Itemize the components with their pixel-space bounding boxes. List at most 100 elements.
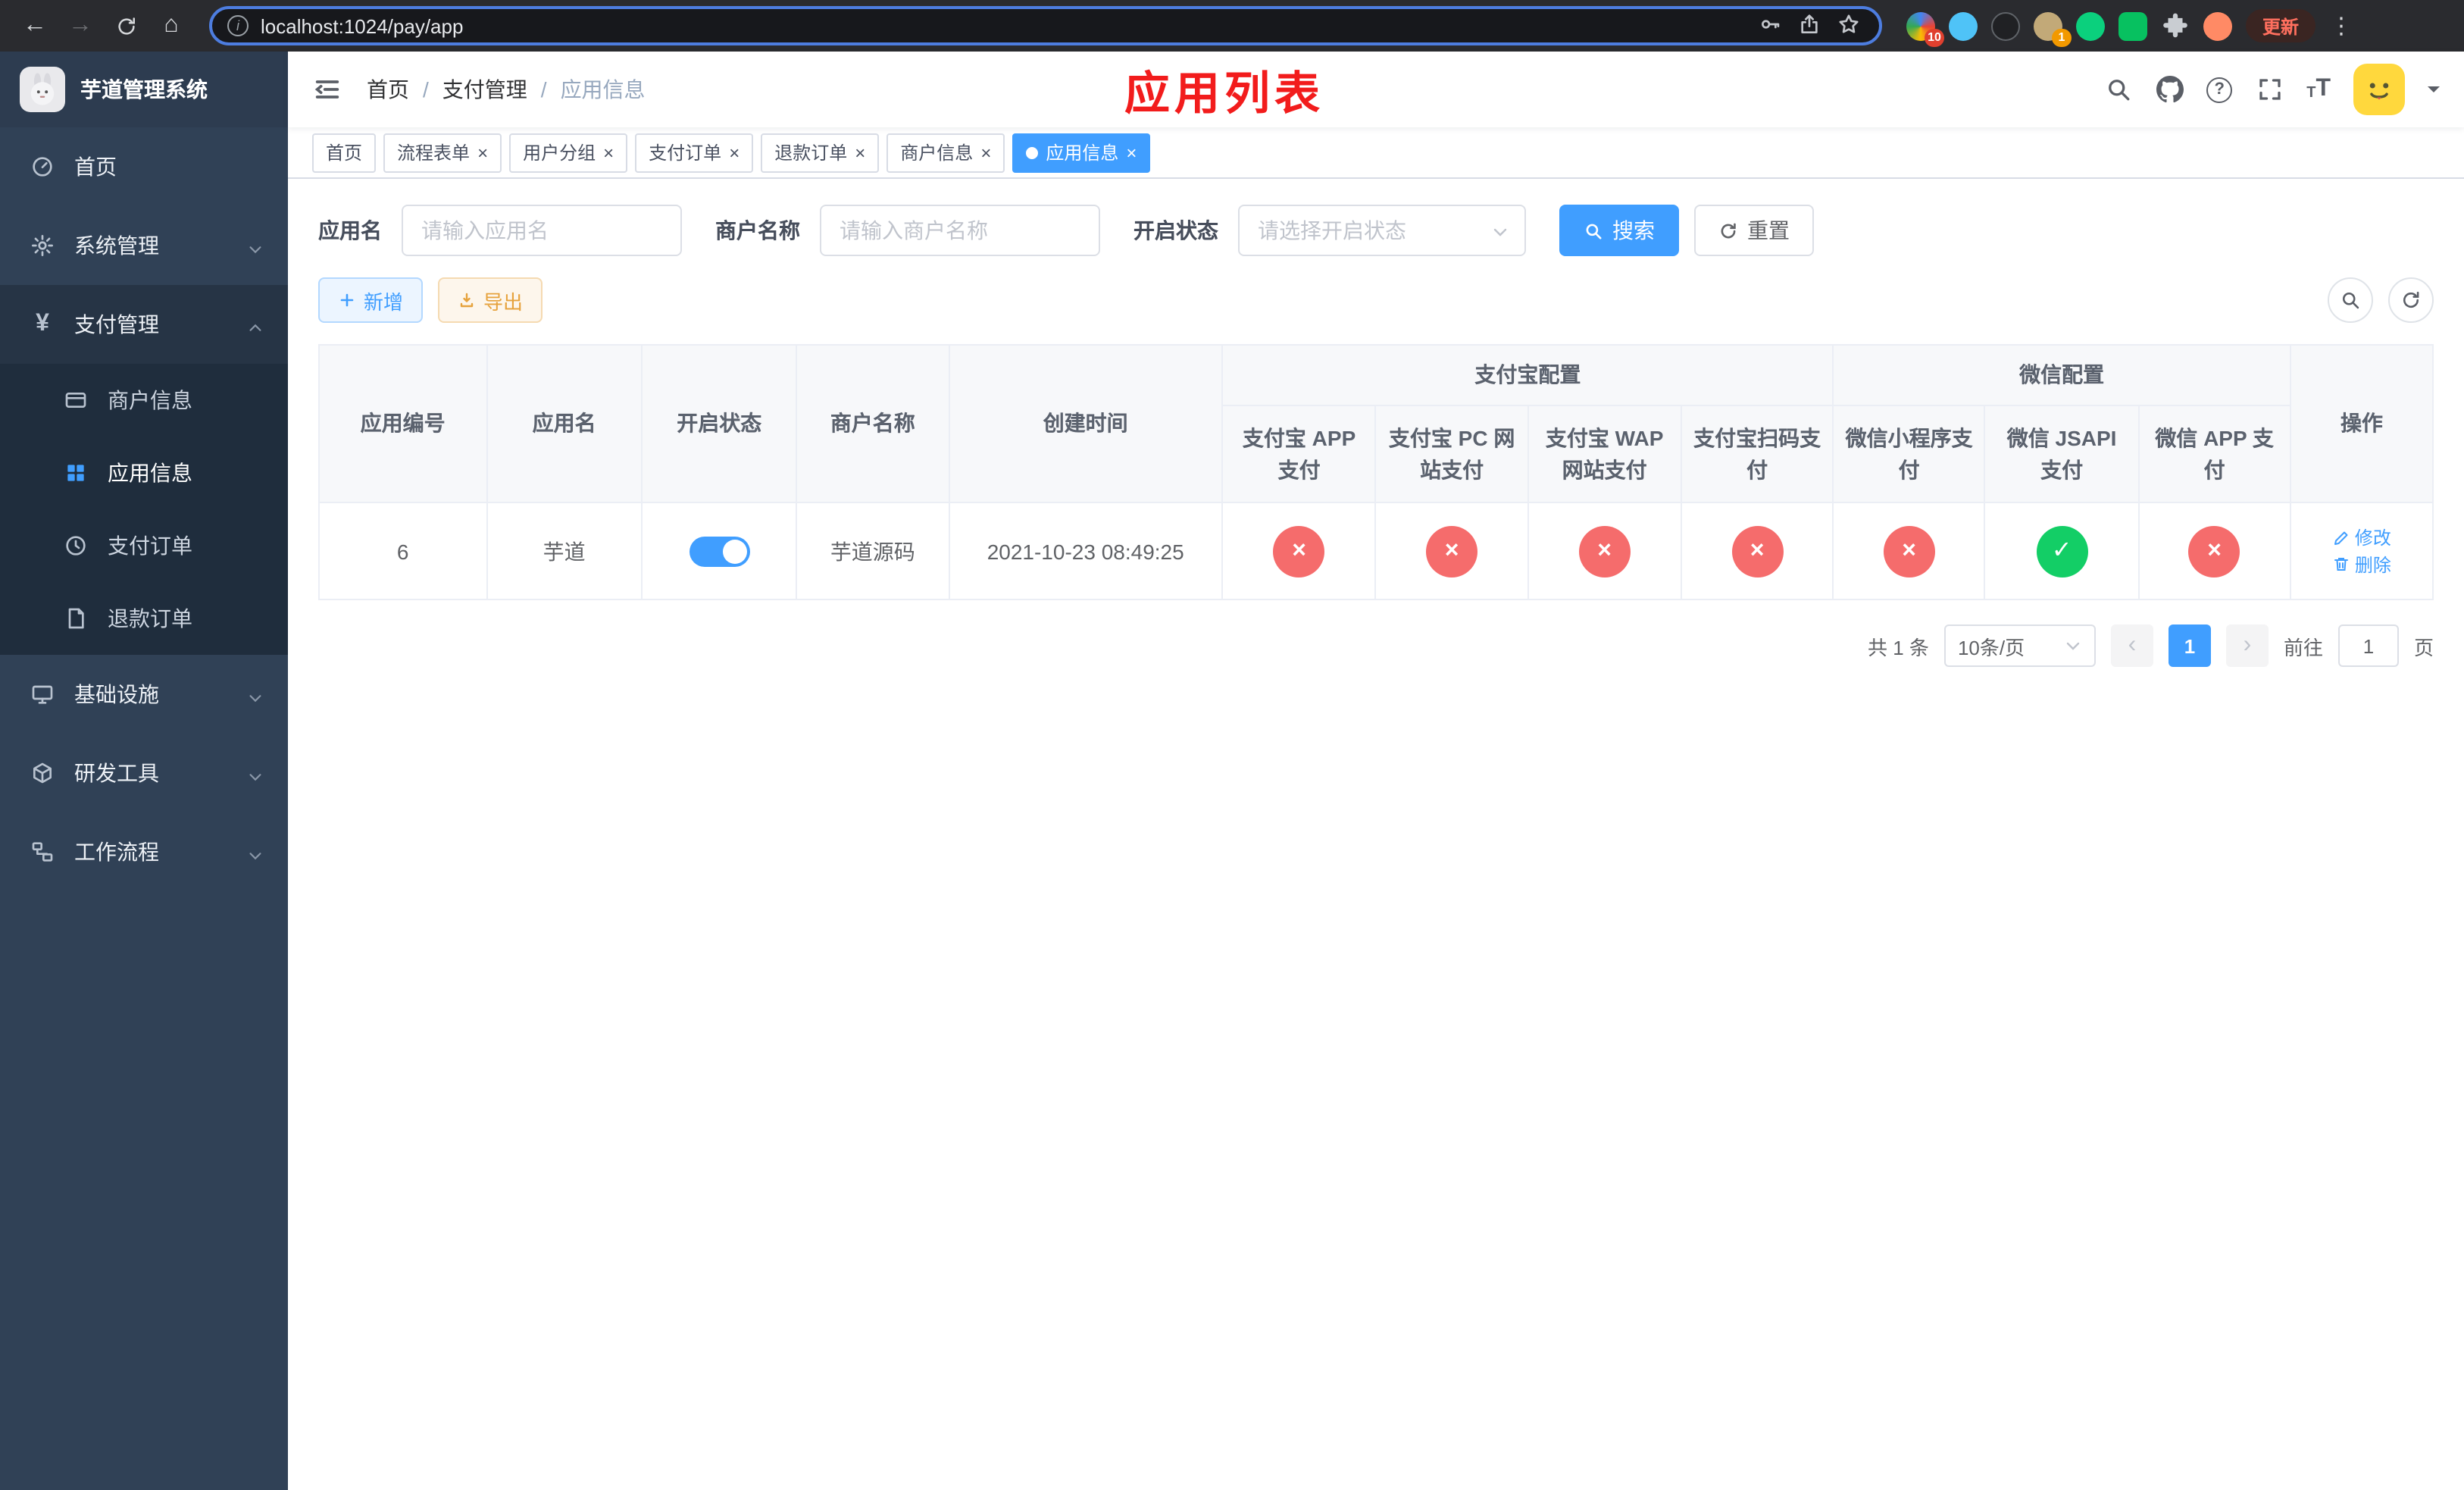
address-bar[interactable]: i localhost:1024/pay/app bbox=[209, 6, 1882, 45]
group-header-wechat: 微信配置 bbox=[1832, 344, 2291, 406]
extensions-puzzle-icon[interactable] bbox=[2161, 11, 2190, 40]
forward-button[interactable]: → bbox=[61, 6, 100, 45]
browser-toolbar: ← → ⌂ i localhost:1024/pay/app 10 1 更新 ⋮ bbox=[0, 0, 2464, 52]
column-header-wx-jsapi: 微信 JSAPI 支付 bbox=[1984, 405, 2140, 503]
sidebar-item-refund-order[interactable]: 退款订单 bbox=[0, 582, 288, 655]
password-key-icon[interactable] bbox=[1758, 12, 1785, 39]
alipay-qr-status-icon: × bbox=[1731, 525, 1784, 577]
breadcrumb-current: 应用信息 bbox=[560, 77, 646, 102]
app-logo: 芋道管理系统 bbox=[0, 52, 288, 127]
prev-page-button[interactable]: ‹ bbox=[2110, 624, 2153, 667]
wx-jsapi-status-icon: ✓ bbox=[2036, 525, 2088, 577]
refresh-table-icon-button[interactable] bbox=[2388, 277, 2434, 323]
fullscreen-icon[interactable] bbox=[2255, 75, 2284, 104]
tab-app-info[interactable]: 应用信息 × bbox=[1012, 133, 1151, 172]
chevron-down-icon bbox=[247, 237, 264, 254]
breadcrumb-separator: / bbox=[540, 77, 547, 102]
tab-pay-order[interactable]: 支付订单 × bbox=[635, 133, 754, 172]
sidebar-item-merchant-info[interactable]: 商户信息 bbox=[0, 364, 288, 437]
active-dot bbox=[1026, 146, 1039, 158]
sidebar-item-workflow[interactable]: 工作流程 bbox=[0, 812, 288, 891]
search-button[interactable]: 搜索 bbox=[1559, 205, 1679, 256]
cell-create-time: 2021-10-23 08:49:25 bbox=[948, 502, 1224, 600]
column-header-alipay-wap: 支付宝 WAP 网站支付 bbox=[1527, 405, 1682, 503]
column-header-status: 开启状态 bbox=[640, 344, 798, 503]
sidebar-item-payment[interactable]: ¥ 支付管理 bbox=[0, 285, 288, 364]
toggle-search-icon-button[interactable] bbox=[2328, 277, 2373, 323]
sidebar-item-pay-order[interactable]: 支付订单 bbox=[0, 509, 288, 582]
close-icon[interactable]: × bbox=[477, 143, 488, 161]
help-icon[interactable]: ? bbox=[2206, 77, 2233, 102]
close-icon[interactable]: × bbox=[980, 143, 991, 161]
share-icon[interactable] bbox=[1797, 12, 1825, 39]
tab-refund-order[interactable]: 退款订单 × bbox=[761, 133, 880, 172]
extension-dark-circle-icon[interactable] bbox=[1991, 11, 2020, 40]
edit-link[interactable]: 修改 bbox=[2332, 524, 2391, 550]
devtools-cube-icon bbox=[30, 761, 55, 785]
tab-merchant-info[interactable]: 商户信息 × bbox=[886, 133, 1005, 172]
extension-green-chat-icon[interactable] bbox=[2118, 11, 2147, 40]
status-toggle[interactable] bbox=[689, 536, 750, 566]
breadcrumb-separator: / bbox=[423, 77, 429, 102]
extension-green-circle-icon[interactable] bbox=[2076, 11, 2105, 40]
add-button[interactable]: 新增 bbox=[318, 277, 424, 323]
cell-actions: 修改 删除 bbox=[2289, 502, 2434, 600]
column-header-app-id: 应用编号 bbox=[318, 344, 488, 503]
app-name-input[interactable] bbox=[402, 205, 682, 256]
column-header-create-time: 创建时间 bbox=[948, 344, 1224, 503]
app-title: 芋道管理系统 bbox=[80, 77, 208, 102]
reload-button[interactable] bbox=[106, 6, 145, 45]
github-icon[interactable] bbox=[2155, 75, 2184, 104]
close-icon[interactable]: × bbox=[603, 143, 614, 161]
search-icon[interactable] bbox=[2103, 75, 2132, 104]
tab-process-form[interactable]: 流程表单 × bbox=[383, 133, 502, 172]
page-annotation: 应用列表 bbox=[1124, 70, 1324, 120]
sidebar-item-devtools[interactable]: 研发工具 bbox=[0, 734, 288, 812]
tab-user-group[interactable]: 用户分组 × bbox=[509, 133, 628, 172]
current-page-button[interactable]: 1 bbox=[2168, 624, 2211, 667]
sidebar-item-label: 研发工具 bbox=[74, 761, 159, 785]
sidebar-item-infra[interactable]: 基础设施 bbox=[0, 655, 288, 734]
export-button[interactable]: 导出 bbox=[438, 277, 543, 323]
merchant-name-input[interactable] bbox=[820, 205, 1100, 256]
home-button[interactable]: ⌂ bbox=[152, 6, 191, 45]
user-avatar[interactable] bbox=[2353, 64, 2405, 115]
goto-page-input[interactable] bbox=[2337, 624, 2399, 667]
back-button[interactable]: ← bbox=[15, 6, 55, 45]
chevron-up-icon bbox=[247, 316, 264, 333]
font-size-icon[interactable]: TT bbox=[2306, 77, 2331, 102]
breadcrumb-payment[interactable]: 支付管理 bbox=[442, 74, 527, 105]
tab-label: 流程表单 bbox=[397, 142, 471, 164]
close-icon[interactable]: × bbox=[855, 143, 865, 161]
cell-wx-mini: × bbox=[1832, 502, 1986, 600]
sidebar-item-label: 商户信息 bbox=[108, 388, 192, 412]
close-icon[interactable]: × bbox=[729, 143, 740, 161]
sidebar-item-system[interactable]: 系统管理 bbox=[0, 206, 288, 285]
search-form: 应用名 商户名称 开启状态 请选择开启状态 bbox=[318, 205, 2434, 256]
browser-profile-avatar[interactable] bbox=[2203, 11, 2232, 40]
extension-profile-icon[interactable]: 1 bbox=[2034, 11, 2072, 46]
sidebar-item-home[interactable]: 首页 bbox=[0, 127, 288, 206]
tab-home[interactable]: 首页 bbox=[312, 133, 377, 172]
status-select[interactable]: 请选择开启状态 bbox=[1238, 205, 1526, 256]
bookmark-star-icon[interactable] bbox=[1837, 12, 1864, 39]
infra-monitor-icon bbox=[30, 682, 55, 706]
site-info-icon[interactable]: i bbox=[227, 15, 249, 36]
extension-colorful-icon[interactable]: 10 bbox=[1906, 11, 1944, 46]
browser-menu-icon[interactable]: ⋮ bbox=[2329, 12, 2353, 39]
wx-mini-status-icon: × bbox=[1883, 525, 1935, 577]
sidebar-toggle-icon[interactable] bbox=[312, 74, 342, 105]
avatar-caret-icon[interactable] bbox=[2428, 86, 2440, 99]
close-icon[interactable]: × bbox=[1126, 143, 1137, 161]
payment-submenu: 商户信息 应用信息 支付订单 退款订单 bbox=[0, 364, 288, 655]
chrome-update-button[interactable]: 更新 bbox=[2246, 9, 2316, 42]
app-name-label: 应用名 bbox=[318, 218, 382, 243]
table-row: 6 芋道 芋道源码 2021-10-23 08:49:25 × × × × × … bbox=[318, 502, 2434, 600]
extension-blue-drop-icon[interactable] bbox=[1949, 11, 1978, 40]
page-size-select[interactable]: 10条/页 bbox=[1943, 624, 2096, 667]
reset-button[interactable]: 重置 bbox=[1694, 205, 1814, 256]
breadcrumb-home[interactable]: 首页 bbox=[367, 74, 409, 105]
sidebar-item-app-info[interactable]: 应用信息 bbox=[0, 437, 288, 509]
delete-link[interactable]: 删除 bbox=[2332, 551, 2391, 577]
next-page-button[interactable]: › bbox=[2225, 624, 2269, 667]
